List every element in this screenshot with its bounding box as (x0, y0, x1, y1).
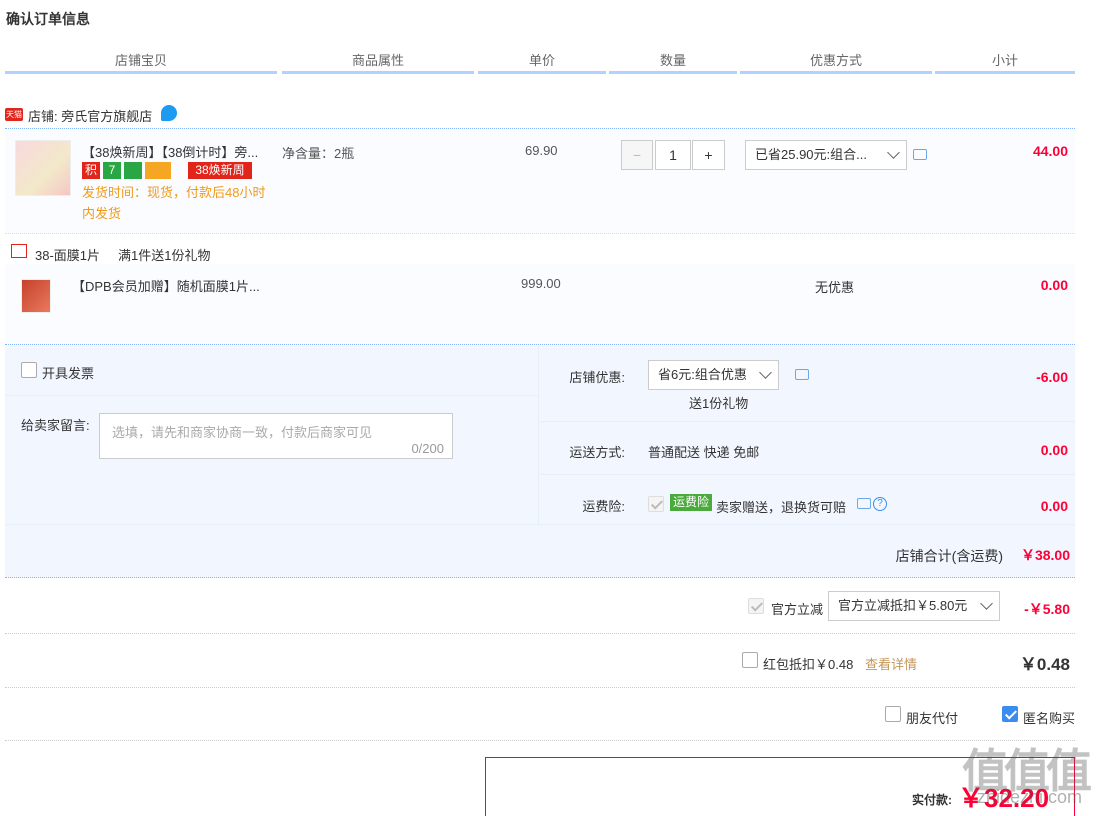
promo-select[interactable]: 已省25.90元:组合... (745, 140, 907, 170)
redpacket-checkbox[interactable] (742, 652, 758, 668)
wangwang-chat-icon[interactable] (161, 105, 177, 121)
shop-name[interactable]: 店铺: 旁氏官方旗舰店 (28, 106, 152, 125)
shipping-label: 运送方式: (569, 445, 625, 460)
shop-row: 天猫 店铺: 旁氏官方旗舰店 (5, 103, 1075, 129)
product-thumbnail[interactable] (15, 140, 71, 196)
gift-icon (11, 244, 27, 258)
col-header-qty: 数量 (609, 52, 737, 74)
site-watermark-url: zhidezhi.com (976, 787, 1082, 807)
qty-minus-button[interactable]: − (621, 140, 653, 170)
chevron-down-icon (980, 597, 993, 610)
gift-promo: 无优惠 (815, 280, 855, 295)
friend-pay-label: 朋友代付 (906, 711, 959, 726)
official-discount-value: 官方立减抵扣￥5.80元 (838, 598, 968, 613)
official-discount-checkbox[interactable] (748, 598, 764, 614)
shop-discount-amount: -6.00 (1036, 369, 1068, 385)
gift-header: 38-面膜1片 满1件送1份礼物 (5, 235, 1075, 264)
shop-discount-select[interactable]: 省6元:组合优惠 (648, 360, 779, 390)
official-discount-label: 官方立减 (771, 602, 824, 617)
comment-icon[interactable] (795, 369, 809, 380)
invoice-label: 开具发票 (42, 366, 95, 381)
options-left: 开具发票 给卖家留言: 选填，请先和商家协商一致，付款后商家可见 0/200 (5, 346, 539, 524)
redpacket-amount: ￥0.48 (1019, 655, 1070, 674)
col-header-subtotal: 小计 (935, 52, 1075, 74)
gift-unit-price: 999.00 (521, 276, 561, 291)
official-discount-row: 官方立减 官方立减抵扣￥5.80元 -￥5.80 (5, 579, 1075, 634)
message-count: 0/200 (411, 441, 444, 456)
help-icon[interactable]: ? (873, 497, 887, 511)
friend-pay-checkbox[interactable] (885, 706, 901, 722)
page-title: 确认订单信息 (6, 11, 90, 27)
anonymous-checkbox[interactable] (1002, 706, 1018, 722)
col-header-promo: 优惠方式 (740, 52, 932, 74)
qty-plus-button[interactable]: + (692, 140, 725, 170)
col-header-item: 店铺宝贝 (5, 52, 277, 74)
gift-name: 38-面膜1片 (35, 248, 101, 263)
product-attribute: 净含量：2瓶 (282, 146, 355, 161)
unit-price: 69.90 (525, 143, 558, 158)
divider (5, 395, 539, 396)
chevron-down-icon (759, 366, 772, 379)
shop-total-amount: ￥38.00 (1020, 547, 1070, 563)
points-tag-icon: 积 (82, 162, 100, 179)
insurance-text: 卖家赠送，退换货可赔 (716, 500, 847, 515)
shipping-amount: 0.00 (1040, 442, 1068, 458)
seven-day-return-icon: 7 (103, 162, 121, 179)
anonymous-label: 匿名购买 (1023, 711, 1076, 726)
insurance-checkbox[interactable] (648, 496, 664, 512)
divider (540, 421, 1075, 422)
gift-section: 38-面膜1片 满1件送1份礼物 【DPB会员加赠】随机面膜1片... 999.… (5, 235, 1075, 345)
product-title[interactable]: 【38焕新周】【38倒计时】旁... (82, 142, 258, 161)
seller-message-input[interactable]: 选填，请先和商家协商一致，付款后商家可见 0/200 (99, 413, 453, 459)
official-discount-select[interactable]: 官方立减抵扣￥5.80元 (828, 591, 1000, 621)
gift-thumbnail[interactable] (21, 279, 51, 313)
shop-total-label: 店铺合计(含运费) (895, 548, 1003, 564)
gift-subtotal: 0.00 (1040, 277, 1068, 293)
item-subtotal: 44.00 (1032, 143, 1068, 159)
shop-discount-value: 省6元:组合优惠 (658, 367, 747, 382)
redpacket-detail-link[interactable]: 查看详情 (865, 654, 917, 673)
insurance-label: 运费险: (582, 499, 625, 514)
message-placeholder: 选填，请先和商家协商一致，付款后商家可见 (112, 425, 373, 440)
payment-label: 实付款: (912, 793, 952, 807)
promo-select-value: 已省25.90元:组合... (755, 147, 867, 162)
card-payment-icon (145, 162, 171, 179)
gift-rule: 满1件送1份礼物 (118, 248, 211, 263)
col-header-attr: 商品属性 (282, 52, 474, 74)
message-label: 给卖家留言: (21, 418, 90, 433)
guarantee-icon (124, 162, 142, 179)
col-header-price: 单价 (478, 52, 606, 74)
gift-title[interactable]: 【DPB会员加赠】随机面膜1片... (72, 276, 260, 295)
promo-event-tag: 38焕新周 (188, 162, 252, 179)
shop-discount-note: 送1份礼物 (689, 396, 749, 411)
shop-discount-label: 店铺优惠: (569, 370, 625, 385)
comment-icon[interactable] (913, 149, 927, 160)
official-discount-amount: -￥5.80 (1024, 601, 1070, 617)
ship-time: 发货时间：现货，付款后48小时内发货 (82, 185, 266, 221)
redpacket-label: 红包抵扣￥0.48 (763, 657, 854, 672)
insurance-badge: 运费险 (670, 494, 713, 511)
shipping-value: 普通配送 快递 免邮 (648, 445, 760, 460)
pay-options-row: 朋友代付 匿名购买 (5, 688, 1075, 741)
order-options: 开具发票 给卖家留言: 选填，请先和商家协商一致，付款后商家可见 0/200 店… (5, 346, 1075, 578)
qty-input[interactable]: 1 (655, 140, 691, 170)
divider (540, 474, 1075, 475)
comment-icon[interactable] (857, 498, 871, 509)
redpacket-row: 红包抵扣￥0.48 查看详情 ￥0.48 (5, 634, 1075, 688)
tmall-icon: 天猫 (5, 108, 23, 121)
divider (5, 524, 1075, 525)
invoice-checkbox[interactable] (21, 362, 37, 378)
order-item-row: 【38焕新周】【38倒计时】旁... 积 7 38焕新周 发货时间：现货，付款后… (5, 130, 1075, 234)
chevron-down-icon (887, 146, 900, 159)
insurance-amount: 0.00 (1040, 498, 1068, 514)
